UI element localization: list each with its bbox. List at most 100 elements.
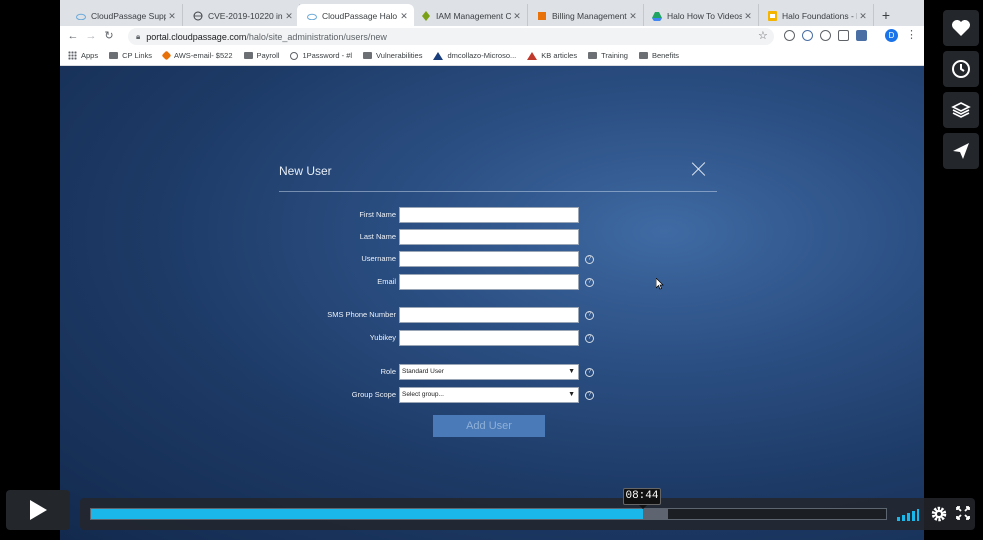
form-row-username: Username ? [260,251,600,267]
address-bar[interactable]: 🔒︎ portal.cloudpassage.com/halo/site_adm… [128,28,774,45]
aws-cube-icon [537,11,547,21]
bookmark-cp-links[interactable]: CP Links [109,51,152,60]
bookmark-kb-articles[interactable]: KB articles [527,51,577,60]
help-icon[interactable]: ? [585,255,594,264]
extension-icon[interactable] [856,30,867,41]
cloud-icon [76,11,86,21]
tab-title: Halo How To Videos - G [667,11,742,21]
more-menu-icon[interactable]: ⋮ [906,28,917,41]
folder-icon [243,52,253,59]
page-content: New User First Name Last Name Username ?… [60,66,924,540]
bookmark-label: CP Links [122,51,152,60]
extension-icon[interactable] [838,30,849,41]
tab-cloudpassage-halo[interactable]: CloudPassage Halo ✕ [297,4,414,28]
bookmark-benefits[interactable]: Benefits [638,51,679,60]
play-button[interactable] [6,490,70,530]
settings-gear-icon[interactable] [930,505,948,523]
bookmark-vulnerabilities[interactable]: Vulnerabilities [363,51,422,60]
like-button[interactable] [943,10,979,46]
clock-icon [952,60,970,78]
close-icon[interactable]: ✕ [398,11,410,22]
progress-track[interactable] [90,508,887,520]
bookmark-training[interactable]: Training [588,51,628,60]
bookmark-1password[interactable]: 1Password - #l [290,51,352,60]
close-icon[interactable]: ✕ [742,11,754,22]
group-scope-selected-value: Select group... [402,391,444,398]
reload-icon[interactable]: ↻ [102,28,116,44]
bookmark-payroll[interactable]: Payroll [243,51,279,60]
add-user-button[interactable]: Add User [433,415,545,437]
cloud-icon [307,11,317,21]
share-button[interactable] [943,133,979,169]
onepassword-icon [290,51,299,60]
tab-cve[interactable]: CVE-2019-10220 in Ub ✕ [183,4,300,28]
url-host: portal.cloudpassage.com [146,31,247,42]
close-icon[interactable]: ✕ [166,11,178,22]
group-scope-select[interactable]: Select group... ▼ [399,387,579,403]
yubikey-label: Yubikey [369,333,396,342]
bookmark-azure[interactable]: dmcollazo-Microso... [433,51,516,60]
profile-avatar[interactable]: D [885,29,898,42]
time-tooltip: 08:44 [623,488,661,509]
video-player: CloudPassage Support ✕ CVE-2019-10220 in… [0,0,983,540]
tab-billing-management[interactable]: Billing Management Co ✕ [527,4,644,28]
close-icon[interactable]: ✕ [511,11,523,22]
first-name-input[interactable] [399,207,579,223]
browser-window: CloudPassage Support ✕ CVE-2019-10220 in… [60,0,924,66]
play-icon [30,500,47,520]
control-bar [80,498,975,530]
slides-icon [767,11,777,21]
bookmark-apps[interactable]: Apps [68,51,98,60]
collections-button[interactable] [943,92,979,128]
help-icon[interactable]: ? [585,368,594,377]
forward-icon[interactable]: → [84,28,98,44]
close-icon[interactable]: ✕ [283,11,295,22]
last-name-input[interactable] [399,229,579,245]
form-row-sms-phone: SMS Phone Number ? [260,307,600,323]
tab-strip: CloudPassage Support ✕ CVE-2019-10220 in… [60,0,924,28]
new-tab-button[interactable]: + [878,6,894,24]
help-icon[interactable]: ? [585,334,594,343]
sms-phone-input[interactable] [399,307,579,323]
tab-cloudpassage-support[interactable]: CloudPassage Support ✕ [66,4,183,28]
close-icon[interactable]: ✕ [857,11,869,22]
email-input[interactable] [399,274,579,290]
sms-phone-label: SMS Phone Number [327,310,396,319]
bookmark-label: AWS-email- $522 [174,51,233,60]
dialog-header: New User [279,163,717,192]
fullscreen-icon[interactable] [956,506,970,520]
role-label: Role [380,367,396,376]
help-icon[interactable]: ? [585,391,594,400]
watch-later-button[interactable] [943,51,979,87]
send-icon [953,143,969,159]
extension-icon[interactable] [802,30,813,41]
url-path: /halo/site_administration/users/new [246,31,387,42]
kb-icon [527,51,538,60]
close-icon[interactable]: ✕ [627,11,639,22]
tab-halo-foundations[interactable]: Halo Foundations - Role ✕ [757,4,874,28]
help-icon[interactable]: ? [585,278,594,287]
bookmark-aws-email[interactable]: AWS-email- $522 [161,50,233,61]
back-icon[interactable]: ← [66,28,80,44]
tab-halo-how-to[interactable]: Halo How To Videos - G ✕ [642,4,759,28]
form-row-yubikey: Yubikey ? [260,330,600,346]
extension-icon[interactable] [820,30,831,41]
bookmark-label: dmcollazo-Microso... [447,51,517,60]
form-row-first-name: First Name [260,207,600,223]
role-select[interactable]: Standard User ▼ [399,364,579,380]
help-icon[interactable]: ? [585,311,594,320]
bookmark-label: Training [601,51,628,60]
bookmark-star-icon[interactable]: ☆ [758,29,768,42]
bookmarks-bar: Apps CP Links AWS-email- $522 Payroll 1P… [60,46,924,66]
bookmark-label: KB articles [541,51,578,60]
bookmark-label: 1Password - #l [302,51,353,60]
yubikey-input[interactable] [399,330,579,346]
form-row-last-name: Last Name [260,229,600,245]
extension-icon[interactable] [784,30,795,41]
close-icon[interactable] [692,162,706,176]
azure-icon [433,51,444,60]
volume-icon[interactable] [897,509,919,521]
dropdown-arrow-icon: ▼ [568,391,575,398]
username-input[interactable] [399,251,579,267]
tab-iam-management[interactable]: IAM Management Cons ✕ [411,4,528,28]
